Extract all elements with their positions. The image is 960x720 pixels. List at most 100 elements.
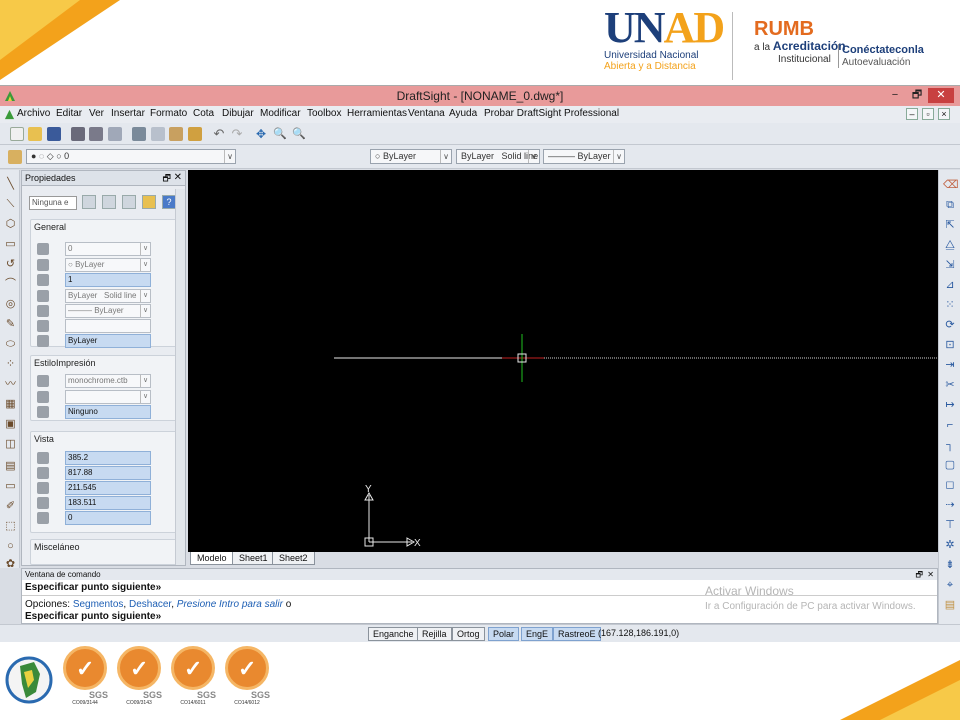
edit-polyline-icon[interactable]: ✲: [943, 538, 957, 552]
extend-icon[interactable]: ↦: [943, 398, 957, 412]
linestyle-combo[interactable]: ByLayer Solid line ∨: [456, 149, 540, 164]
menu-ventana[interactable]: Ventana: [408, 108, 445, 119]
menu-archivo[interactable]: Archivo: [17, 108, 50, 119]
properties-painter-icon[interactable]: ▤: [943, 598, 957, 612]
cut-icon[interactable]: [132, 127, 146, 141]
mdi-minimize-button[interactable]: –: [906, 108, 918, 120]
ellipse-icon[interactable]: ⬭: [4, 338, 17, 351]
lineweight-field[interactable]: ——— ByLayer ∨: [65, 304, 151, 318]
arc-icon[interactable]: ↺: [4, 258, 17, 271]
properties-options-icon[interactable]: [142, 195, 156, 209]
grid-toggle[interactable]: Rejilla: [417, 627, 452, 641]
select-objects-icon[interactable]: [102, 195, 116, 209]
mirror-icon[interactable]: ⧋: [943, 238, 957, 252]
float-panel-icon[interactable]: 🗗: [163, 171, 171, 185]
restore-button[interactable]: 🗗: [904, 88, 930, 103]
print-style-field[interactable]: ∨: [65, 390, 151, 404]
rotate-icon[interactable]: ⟳: [943, 318, 957, 332]
document-icon[interactable]: [4, 109, 15, 120]
menu-insertar[interactable]: Insertar: [111, 108, 145, 119]
redo-icon[interactable]: ↷: [230, 127, 244, 141]
command-prompt[interactable]: Especificar punto siguiente»: [25, 611, 161, 622]
note-icon[interactable]: ✐: [4, 500, 17, 513]
pattern-icon[interactable]: ⊿: [943, 278, 957, 292]
move-icon[interactable]: ⇱: [943, 218, 957, 232]
center-x-field[interactable]: 211.545: [65, 481, 151, 495]
stretch-icon[interactable]: ⇥: [943, 358, 957, 372]
fillet-icon[interactable]: ⇢: [943, 498, 957, 512]
mdi-restore-button[interactable]: ▫: [922, 108, 934, 120]
close-button[interactable]: ✕: [928, 88, 954, 103]
rectangle-icon[interactable]: ▭: [4, 238, 17, 251]
linescale-field[interactable]: 1: [65, 273, 151, 287]
chamfer-icon[interactable]: ◻: [943, 478, 957, 492]
paste-icon[interactable]: [169, 127, 183, 141]
menu-probar-professional[interactable]: Probar DraftSight Professional: [484, 108, 619, 119]
line-icon[interactable]: ╲: [4, 178, 17, 191]
drawing-canvas[interactable]: Y X: [188, 170, 938, 552]
point-icon[interactable]: ⁘: [4, 358, 17, 371]
table-icon[interactable]: ▤: [4, 460, 17, 473]
color-combo[interactable]: ○ ByLayer ∨: [370, 149, 452, 164]
text-icon[interactable]: ▭: [4, 480, 17, 493]
menu-toolbox[interactable]: Toolbox: [307, 108, 341, 119]
copy-icon[interactable]: [151, 127, 165, 141]
zoom-window-icon[interactable]: 🔍: [292, 127, 306, 141]
transparency-field[interactable]: [65, 319, 151, 333]
menu-ayuda[interactable]: Ayuda: [449, 108, 477, 119]
option-deshacer[interactable]: Deshacer: [129, 599, 171, 610]
close-command-icon[interactable]: ✕: [927, 569, 934, 580]
menu-herramientas[interactable]: Herramientas: [347, 108, 407, 119]
undo-icon[interactable]: ↶: [212, 127, 226, 141]
help-icon[interactable]: ?: [162, 195, 176, 209]
toggle-pickadd-icon[interactable]: [122, 195, 136, 209]
esnap-toggle[interactable]: EngE: [521, 627, 554, 641]
view-height-field[interactable]: 385.2: [65, 451, 151, 465]
color-field[interactable]: ○ ByLayer ∨: [65, 258, 151, 272]
format-painter-icon[interactable]: [188, 127, 202, 141]
infinite-line-icon[interactable]: ⟍: [4, 198, 17, 211]
properties-scrollbar[interactable]: [175, 189, 185, 565]
insert-block-icon[interactable]: ◫: [4, 438, 17, 451]
menu-formato[interactable]: Formato: [150, 108, 187, 119]
pan-icon[interactable]: ✥: [254, 127, 268, 141]
offset-icon[interactable]: ⇲: [943, 258, 957, 272]
zoom-icon[interactable]: 🔍: [273, 127, 287, 141]
layer-manager-icon[interactable]: [8, 150, 22, 164]
transparency-mode-field[interactable]: ByLayer: [65, 334, 151, 348]
trim-icon[interactable]: ✂: [943, 378, 957, 392]
polygon-icon[interactable]: ⬡: [4, 218, 17, 231]
option-exit[interactable]: Presione Intro para salir: [177, 599, 283, 610]
print-icon[interactable]: [71, 127, 85, 141]
save-icon[interactable]: [47, 127, 61, 141]
print-preview-icon[interactable]: [108, 127, 122, 141]
mdi-close-button[interactable]: ×: [938, 108, 950, 120]
new-file-icon[interactable]: [10, 127, 24, 141]
arc-3point-icon[interactable]: ⌒: [4, 278, 17, 291]
explode-icon[interactable]: ⊤: [943, 518, 957, 532]
option-segmentos[interactable]: Segmentos: [73, 599, 124, 610]
circle-icon[interactable]: ◎: [4, 298, 17, 311]
align-icon[interactable]: ⇟: [943, 558, 957, 572]
linestyle-field[interactable]: ByLayer Solid line ∨: [65, 289, 151, 303]
close-panel-icon[interactable]: ✕: [174, 171, 182, 185]
join-icon[interactable]: ▢: [943, 458, 957, 472]
menu-modificar[interactable]: Modificar: [260, 108, 301, 119]
open-file-icon[interactable]: [28, 127, 42, 141]
etrack-toggle[interactable]: RastreoE: [553, 627, 601, 641]
scale-icon[interactable]: ⊡: [943, 338, 957, 352]
split-icon[interactable]: ⌖: [943, 578, 957, 592]
array-icon[interactable]: ⁙: [943, 298, 957, 312]
snap-toggle[interactable]: Enganche: [368, 627, 419, 641]
menu-editar[interactable]: Editar: [56, 108, 82, 119]
region-icon[interactable]: ⬚: [4, 520, 17, 533]
block-icon[interactable]: ▣: [4, 418, 17, 431]
quick-select-icon[interactable]: [82, 195, 96, 209]
lineweight-combo[interactable]: ——— ByLayer ∨: [543, 149, 625, 164]
layer-field[interactable]: 0 ∨: [65, 242, 151, 256]
break-at-point-icon[interactable]: ┐: [943, 438, 957, 452]
layer-combo[interactable]: ● ◌ ◇ ○ 0 ∨: [26, 149, 236, 164]
hatch-icon[interactable]: ▦: [4, 398, 17, 411]
float-command-icon[interactable]: 🗗: [915, 569, 923, 580]
print-setup-icon[interactable]: [89, 127, 103, 141]
